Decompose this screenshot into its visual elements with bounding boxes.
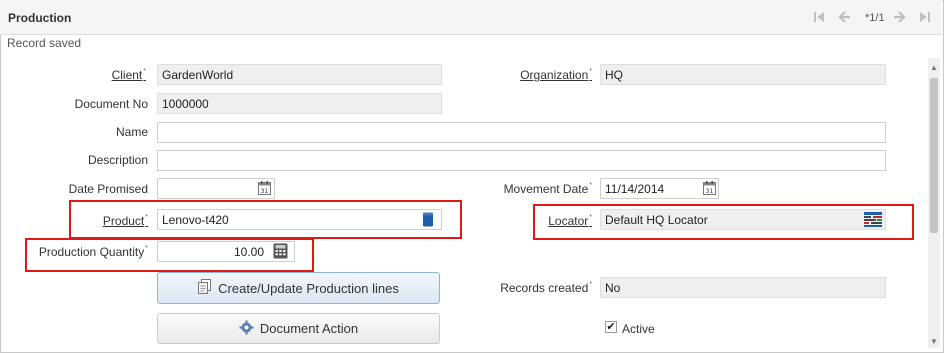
create-update-label: Create/Update Production lines [218, 280, 399, 296]
product-label[interactable]: Product* [80, 214, 148, 228]
product-field[interactable]: Lenovo-t420 [157, 209, 442, 230]
name-label: Name [115, 125, 148, 139]
document-icon [198, 279, 212, 297]
scrollbar-thumb[interactable] [930, 78, 938, 233]
first-record-icon[interactable] [812, 10, 826, 24]
svg-text:31: 31 [261, 188, 269, 195]
create-update-production-lines-button[interactable]: Create/Update Production lines [157, 272, 440, 304]
previous-record-icon[interactable] [838, 10, 852, 24]
movement-date-label: Movement Date* [503, 182, 592, 196]
scroll-down-icon[interactable]: ▼ [928, 336, 940, 348]
scroll-up-icon[interactable]: ▲ [928, 62, 940, 74]
description-field[interactable] [157, 150, 886, 171]
records-created-field: No [600, 277, 886, 298]
active-label: Active [622, 322, 655, 336]
production-window [0, 0, 944, 353]
client-field: GardenWorld [157, 64, 442, 85]
status-message: Record saved [7, 36, 82, 50]
calendar-icon[interactable]: 31 [258, 181, 271, 198]
organization-label[interactable]: Organization* [500, 68, 592, 82]
product-search-icon[interactable] [422, 212, 434, 230]
locator-grid-icon[interactable] [864, 212, 882, 230]
record-counter: *1/1 [865, 12, 885, 24]
document-action-label: Document Action [259, 321, 359, 336]
production-quantity-label: Production Quantity* [38, 245, 148, 259]
organization-field: HQ [600, 64, 886, 85]
document-action-button[interactable]: Document Action [157, 313, 440, 344]
last-record-icon[interactable] [918, 10, 932, 24]
svg-text:31: 31 [706, 188, 714, 195]
gear-icon [239, 320, 254, 338]
date-promised-label: Date Promised [68, 182, 148, 196]
description-label: Description [87, 153, 148, 167]
calendar-icon[interactable]: 31 [703, 181, 716, 198]
calculator-icon[interactable] [273, 243, 288, 262]
next-record-icon[interactable] [892, 10, 906, 24]
client-label[interactable]: Client* [80, 68, 146, 82]
name-field[interactable] [157, 122, 886, 143]
movement-date-field[interactable]: 11/14/2014 [600, 178, 719, 199]
document-no-field: 1000000 [157, 93, 442, 114]
window-title: Production [8, 11, 72, 25]
records-created-label: Records created* [500, 281, 592, 295]
document-no-label: Document No [74, 97, 148, 111]
locator-label[interactable]: Locator* [525, 214, 592, 228]
locator-field: Default HQ Locator [600, 209, 886, 230]
window-header: Production *1/1 [0, 0, 942, 35]
active-checkbox[interactable]: ✔ [605, 321, 617, 333]
